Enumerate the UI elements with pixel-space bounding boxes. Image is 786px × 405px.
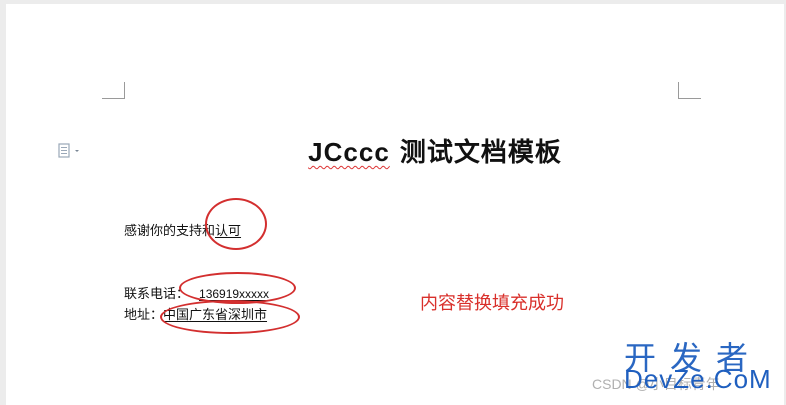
document-title: JCccc 测试文档模板 [6, 132, 784, 169]
replacement-success-note: 内容替换填充成功 [420, 293, 564, 314]
highlight-circle-thanks [205, 198, 267, 250]
watermark-en: DevZe.CoM [624, 364, 772, 394]
address-label: 地址： [124, 308, 164, 323]
crop-mark-top-left [102, 82, 125, 99]
title-brand: JCccc [308, 137, 390, 167]
highlight-circle-address [160, 300, 300, 334]
title-text: 测试文档模板 [389, 138, 562, 168]
thanks-text: 感谢你的支持和 [124, 224, 216, 239]
crop-mark-top-right [678, 82, 701, 99]
